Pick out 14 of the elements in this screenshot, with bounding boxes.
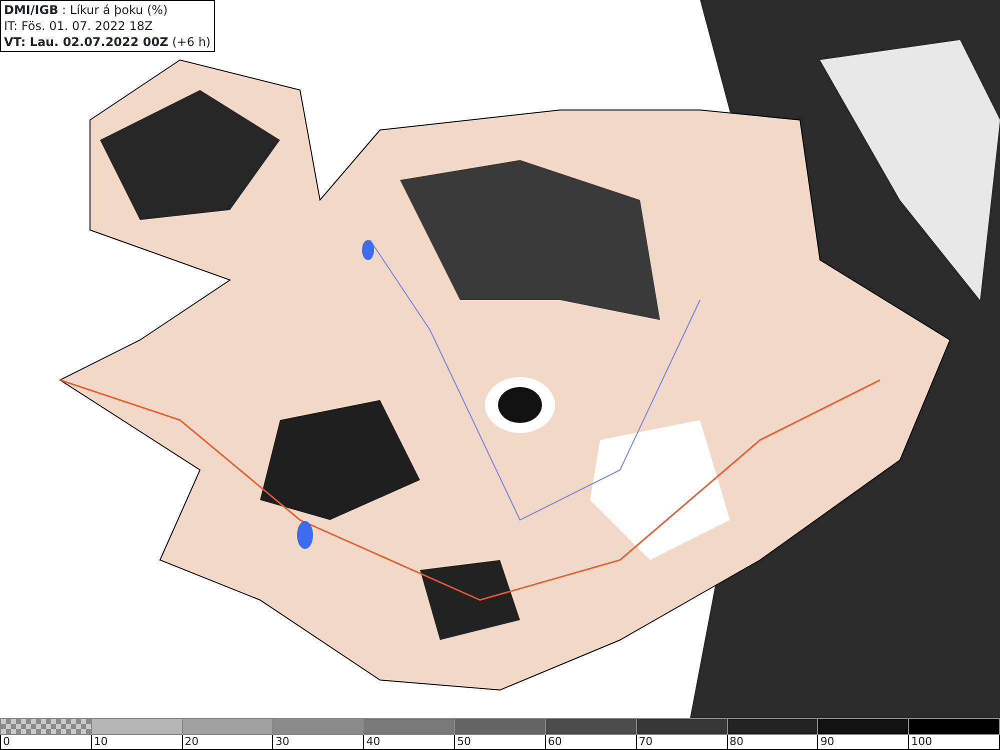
legend-tick-label: 30 — [275, 735, 290, 748]
legend-tick-label: 90 — [820, 735, 834, 748]
legend-tick-label: 50 — [457, 735, 472, 748]
info-line: VT: Lau. 02.07.2022 00Z (+6 h) — [4, 34, 211, 50]
legend-tick-label: 100 — [911, 735, 932, 748]
info-line: IT: Fös. 01. 07. 2022 18Z — [4, 18, 154, 34]
legend-tick-label: 0 — [3, 735, 10, 748]
info-line: DMI/IGB : Líkur á þoku (%) — [4, 2, 169, 18]
legend-tick-label: 20 — [184, 735, 199, 748]
legend-tick-label: 80 — [730, 735, 744, 748]
legend-tick-label: 70 — [638, 735, 653, 748]
legend-tick-label: 10 — [94, 735, 108, 748]
legend-tick-label: 40 — [366, 735, 380, 748]
legend-tick-label: 60 — [548, 735, 562, 748]
